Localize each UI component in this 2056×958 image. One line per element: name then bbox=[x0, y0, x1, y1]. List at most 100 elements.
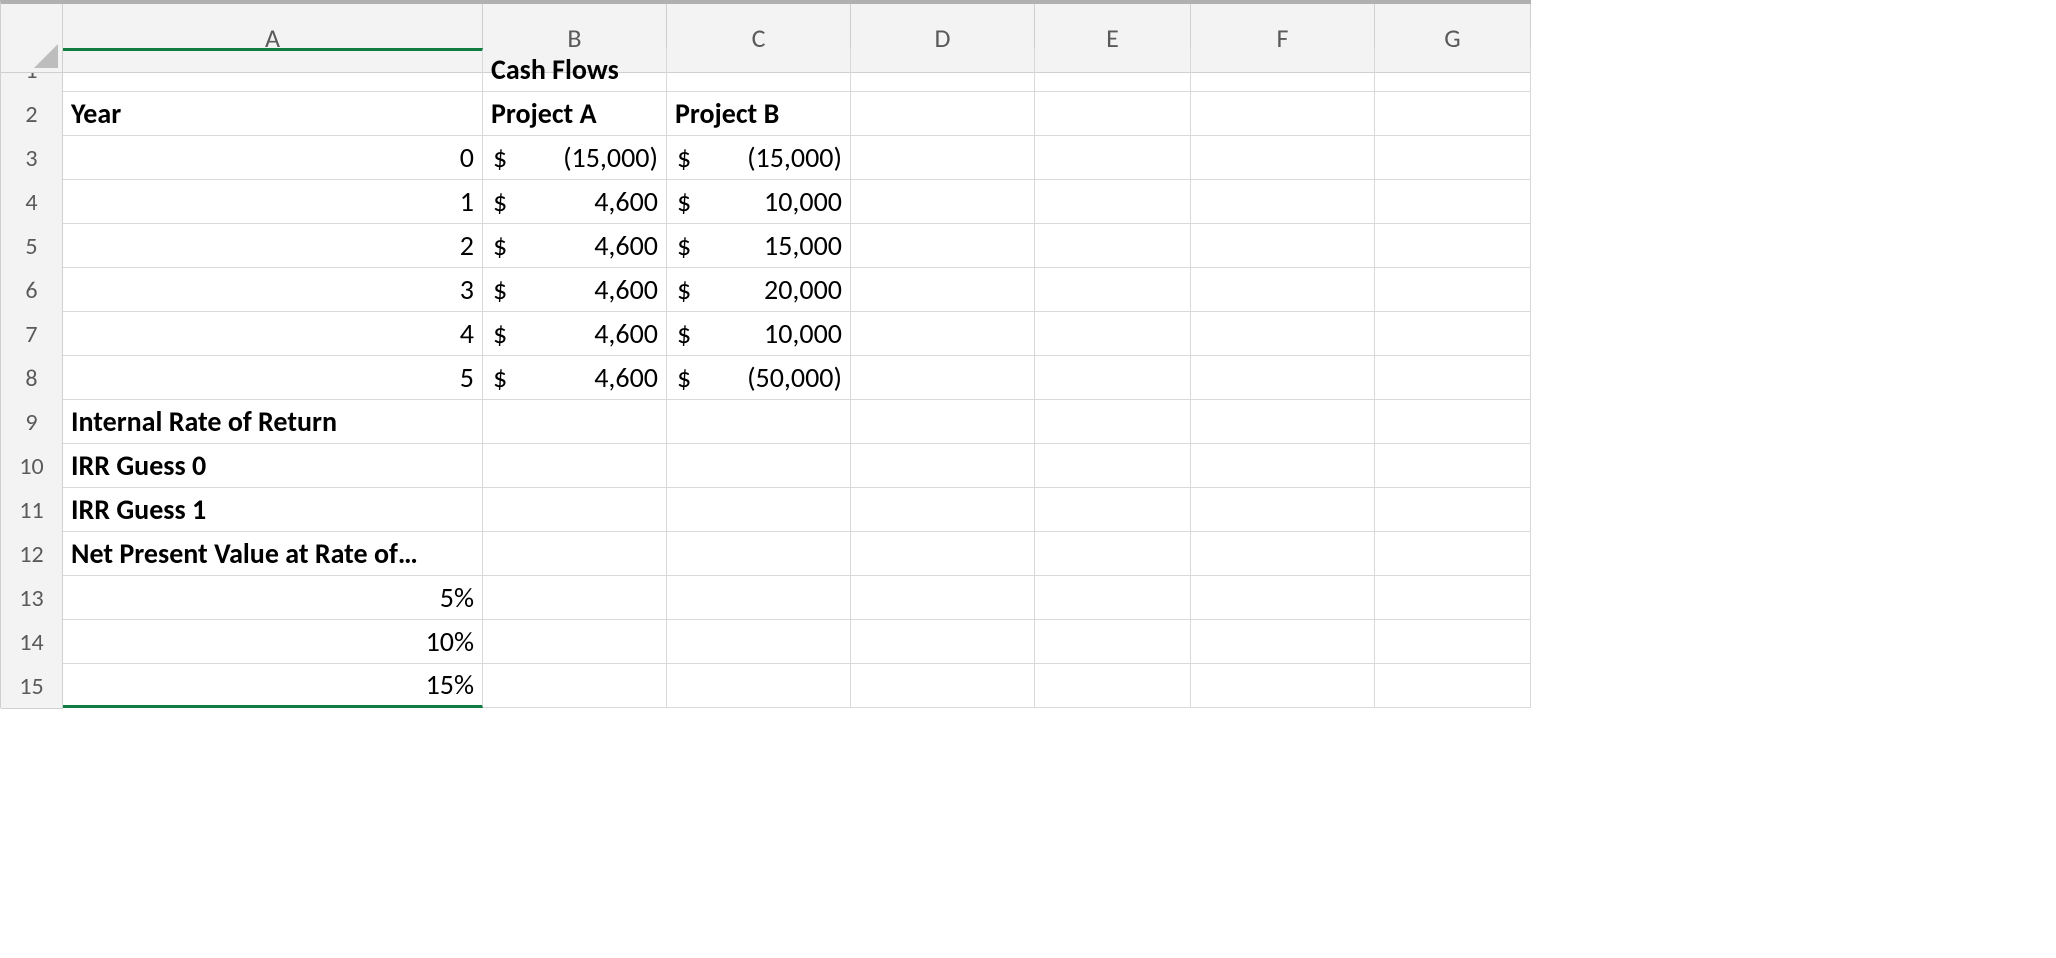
cell-F1[interactable] bbox=[1191, 48, 1375, 92]
row-header-3[interactable]: 3 bbox=[1, 136, 63, 181]
cell-C13[interactable] bbox=[667, 576, 851, 620]
cell-A10[interactable]: IRR Guess 0 bbox=[63, 444, 483, 488]
cell-F9[interactable] bbox=[1191, 400, 1375, 444]
cell-C3[interactable]: $ (15,000) bbox=[667, 136, 851, 180]
cell-F7[interactable] bbox=[1191, 312, 1375, 356]
row-header-9[interactable]: 9 bbox=[1, 400, 63, 445]
cell-D7[interactable] bbox=[851, 312, 1035, 356]
row-header-11[interactable]: 11 bbox=[1, 488, 63, 533]
cell-A4[interactable]: 1 bbox=[63, 180, 483, 224]
cell-B5[interactable]: $ 4,600 bbox=[483, 224, 667, 268]
cell-C7[interactable]: $ 10,000 bbox=[667, 312, 851, 356]
cell-D10[interactable] bbox=[851, 444, 1035, 488]
cell-E9[interactable] bbox=[1035, 400, 1191, 444]
cell-D6[interactable] bbox=[851, 268, 1035, 312]
cell-A1[interactable] bbox=[63, 48, 483, 92]
cell-E12[interactable] bbox=[1035, 532, 1191, 576]
cell-D5[interactable] bbox=[851, 224, 1035, 268]
cell-F2[interactable] bbox=[1191, 92, 1375, 136]
cell-G12[interactable] bbox=[1375, 532, 1531, 576]
cell-G1[interactable] bbox=[1375, 48, 1531, 92]
cell-B7[interactable]: $ 4,600 bbox=[483, 312, 667, 356]
cell-G13[interactable] bbox=[1375, 576, 1531, 620]
cell-C15[interactable] bbox=[667, 664, 851, 708]
row-header-4[interactable]: 4 bbox=[1, 180, 63, 225]
cell-G3[interactable] bbox=[1375, 136, 1531, 180]
cell-F5[interactable] bbox=[1191, 224, 1375, 268]
cell-E14[interactable] bbox=[1035, 620, 1191, 664]
cell-F6[interactable] bbox=[1191, 268, 1375, 312]
cell-B4[interactable]: $ 4,600 bbox=[483, 180, 667, 224]
cell-G8[interactable] bbox=[1375, 356, 1531, 400]
cell-G11[interactable] bbox=[1375, 488, 1531, 532]
spreadsheet-grid[interactable]: A B C D E F G 1 Cash Flows 2 Year Projec… bbox=[0, 0, 1531, 708]
cell-E10[interactable] bbox=[1035, 444, 1191, 488]
cell-A11[interactable]: IRR Guess 1 bbox=[63, 488, 483, 532]
cell-E1[interactable] bbox=[1035, 48, 1191, 92]
cell-A7[interactable]: 4 bbox=[63, 312, 483, 356]
cell-B6[interactable]: $ 4,600 bbox=[483, 268, 667, 312]
row-header-7[interactable]: 7 bbox=[1, 312, 63, 357]
cell-C14[interactable] bbox=[667, 620, 851, 664]
cell-C10[interactable] bbox=[667, 444, 851, 488]
cell-C5[interactable]: $ 15,000 bbox=[667, 224, 851, 268]
cell-B10[interactable] bbox=[483, 444, 667, 488]
cell-F15[interactable] bbox=[1191, 664, 1375, 708]
cell-B9[interactable] bbox=[483, 400, 667, 444]
cell-B1[interactable]: Cash Flows bbox=[483, 48, 667, 92]
cell-A9[interactable]: Internal Rate of Return bbox=[63, 400, 483, 444]
cell-G6[interactable] bbox=[1375, 268, 1531, 312]
cell-G9[interactable] bbox=[1375, 400, 1531, 444]
cell-A8[interactable]: 5 bbox=[63, 356, 483, 400]
cell-E11[interactable] bbox=[1035, 488, 1191, 532]
cell-C12[interactable] bbox=[667, 532, 851, 576]
cell-D3[interactable] bbox=[851, 136, 1035, 180]
cell-G2[interactable] bbox=[1375, 92, 1531, 136]
row-header-2[interactable]: 2 bbox=[1, 92, 63, 137]
cell-G7[interactable] bbox=[1375, 312, 1531, 356]
cell-E6[interactable] bbox=[1035, 268, 1191, 312]
cell-C1[interactable] bbox=[667, 48, 851, 92]
cell-D12[interactable] bbox=[851, 532, 1035, 576]
cell-E2[interactable] bbox=[1035, 92, 1191, 136]
cell-E4[interactable] bbox=[1035, 180, 1191, 224]
cell-A3[interactable]: 0 bbox=[63, 136, 483, 180]
cell-D4[interactable] bbox=[851, 180, 1035, 224]
row-header-8[interactable]: 8 bbox=[1, 356, 63, 401]
cell-B12[interactable] bbox=[483, 532, 667, 576]
cell-F4[interactable] bbox=[1191, 180, 1375, 224]
cell-E7[interactable] bbox=[1035, 312, 1191, 356]
cell-E15[interactable] bbox=[1035, 664, 1191, 708]
cell-A6[interactable]: 3 bbox=[63, 268, 483, 312]
cell-F3[interactable] bbox=[1191, 136, 1375, 180]
row-header-10[interactable]: 10 bbox=[1, 444, 63, 489]
select-all-corner[interactable] bbox=[1, 4, 63, 73]
cell-F14[interactable] bbox=[1191, 620, 1375, 664]
cell-B13[interactable] bbox=[483, 576, 667, 620]
cell-C6[interactable]: $ 20,000 bbox=[667, 268, 851, 312]
cell-G4[interactable] bbox=[1375, 180, 1531, 224]
cell-D8[interactable] bbox=[851, 356, 1035, 400]
cell-D1[interactable] bbox=[851, 48, 1035, 92]
cell-C2[interactable]: Project B bbox=[667, 92, 851, 136]
cell-B15[interactable] bbox=[483, 664, 667, 708]
cell-A15[interactable]: 15% bbox=[63, 664, 483, 708]
cell-C9[interactable] bbox=[667, 400, 851, 444]
cell-G15[interactable] bbox=[1375, 664, 1531, 708]
cell-D14[interactable] bbox=[851, 620, 1035, 664]
cell-F11[interactable] bbox=[1191, 488, 1375, 532]
cell-D13[interactable] bbox=[851, 576, 1035, 620]
cell-A12[interactable]: Net Present Value at Rate of… bbox=[63, 532, 483, 576]
cell-B11[interactable] bbox=[483, 488, 667, 532]
cell-B14[interactable] bbox=[483, 620, 667, 664]
cell-E13[interactable] bbox=[1035, 576, 1191, 620]
cell-E3[interactable] bbox=[1035, 136, 1191, 180]
cell-A5[interactable]: 2 bbox=[63, 224, 483, 268]
cell-C8[interactable]: $ (50,000) bbox=[667, 356, 851, 400]
cell-E5[interactable] bbox=[1035, 224, 1191, 268]
row-header-15[interactable]: 15 bbox=[1, 664, 63, 709]
cell-D11[interactable] bbox=[851, 488, 1035, 532]
cell-B2[interactable]: Project A bbox=[483, 92, 667, 136]
cell-C4[interactable]: $ 10,000 bbox=[667, 180, 851, 224]
cell-E8[interactable] bbox=[1035, 356, 1191, 400]
